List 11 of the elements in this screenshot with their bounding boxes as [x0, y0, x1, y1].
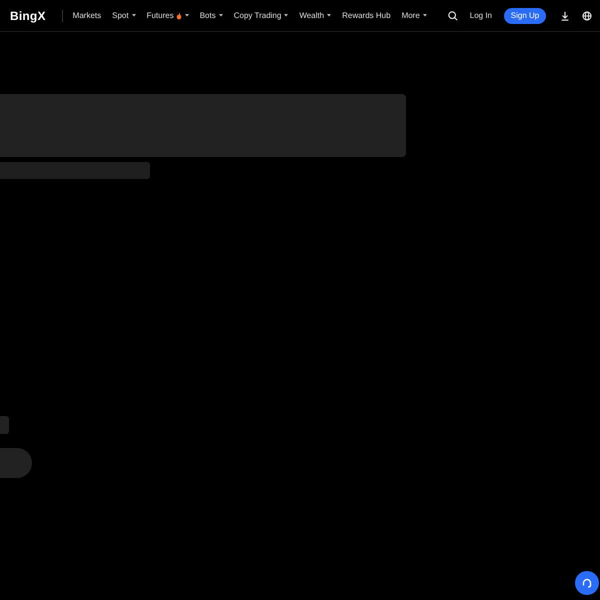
login-link[interactable]: Log In	[470, 11, 492, 20]
nav-link[interactable]: Rewards Hub	[342, 11, 391, 20]
nav-link[interactable]: Copy Trading	[234, 11, 288, 20]
nav-link[interactable]: Wealth	[299, 11, 332, 20]
nav-link[interactable]: Futures	[146, 11, 189, 20]
nav-link[interactable]: More	[402, 11, 427, 20]
signup-button[interactable]: Sign Up	[504, 8, 546, 24]
nav-link[interactable]: Spot	[112, 11, 136, 20]
nav-link[interactable]: Markets	[72, 11, 102, 20]
nav-link[interactable]: Bots	[200, 11, 223, 20]
logo[interactable]: BingX	[10, 8, 46, 22]
